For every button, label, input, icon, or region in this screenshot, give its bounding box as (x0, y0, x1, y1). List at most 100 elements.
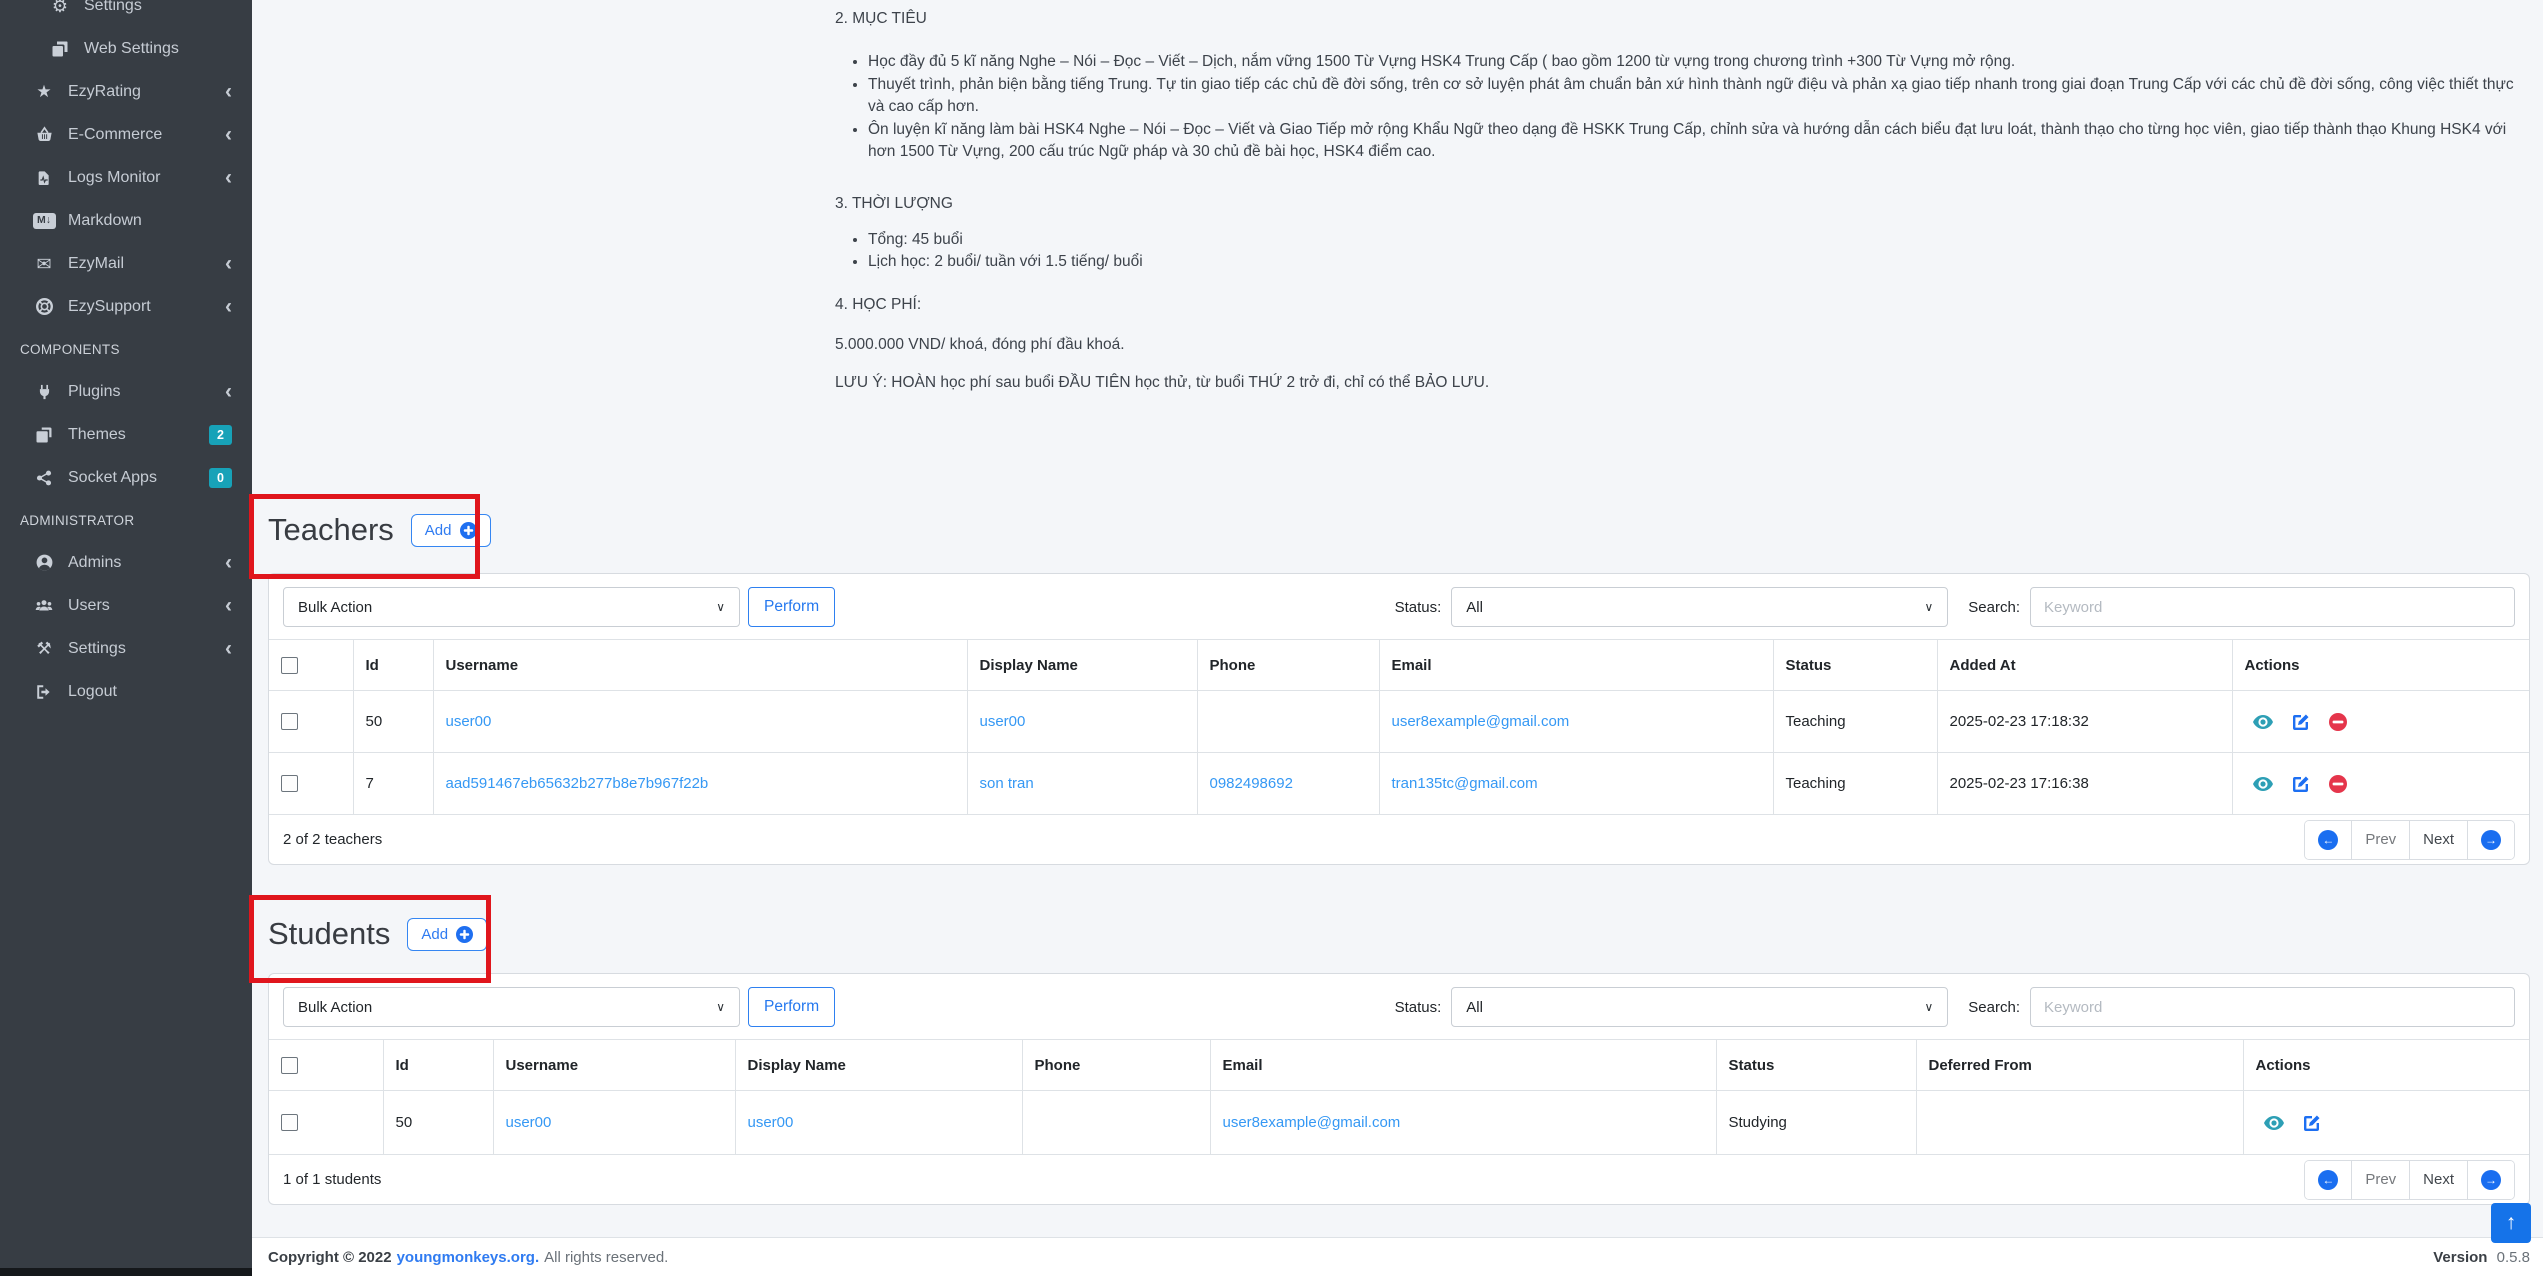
username-link[interactable]: aad591467eb65632b277b8e7b967f22b (446, 775, 709, 792)
sidebar-item-socket-apps[interactable]: Socket Apps 0 (0, 456, 252, 499)
thoi-luong-bullet: Lịch học: 2 buổi/ tuần với 1.5 tiếng/ bu… (868, 251, 2530, 274)
sidebar: Settings Web Settings EzyRating E-Commer… (0, 0, 252, 1276)
display-name-link[interactable]: son tran (980, 775, 1034, 792)
teachers-header-row: Id Username Display Name Phone Email Sta… (269, 640, 2529, 691)
col-actions: Actions (2243, 1040, 2529, 1091)
row-checkbox[interactable] (281, 1114, 298, 1131)
col-username: Username (493, 1040, 735, 1091)
sidebar-item-themes[interactable]: Themes 2 (0, 413, 252, 456)
prev-page-button[interactable]: Prev (2351, 1161, 2409, 1199)
sidebar-section-administrator: ADMINISTRATOR (0, 499, 252, 541)
sidebar-item-logs-monitor[interactable]: Logs Monitor (0, 156, 252, 199)
themes-count-badge: 2 (209, 425, 232, 445)
students-status-select[interactable]: All (1451, 987, 1948, 1027)
socket-apps-count-badge: 0 (209, 468, 232, 488)
students-search-label: Search: (1968, 999, 2020, 1016)
sidebar-item-settings-sub[interactable]: Settings (0, 0, 252, 27)
students-status-label: Status: (1395, 999, 1442, 1016)
display-name-link[interactable]: user00 (748, 1114, 794, 1131)
col-display-name: Display Name (735, 1040, 1022, 1091)
sidebar-item-label: Admins (68, 554, 121, 572)
sidebar-item-markdown[interactable]: M↓ Markdown (0, 199, 252, 242)
select-all-checkbox[interactable] (281, 657, 298, 674)
admin-page: Settings Web Settings EzyRating E-Commer… (0, 0, 2543, 1276)
next-page-button[interactable]: Next (2409, 821, 2467, 859)
footer: Copyright © 2022 youngmonkeys.org. All r… (252, 1237, 2543, 1276)
row-checkbox[interactable] (281, 775, 298, 792)
scroll-to-top-button[interactable] (2491, 1203, 2531, 1243)
view-icon[interactable] (2253, 715, 2273, 729)
next-page-button[interactable]: Next (2409, 1161, 2467, 1199)
teachers-status-select[interactable]: All (1451, 587, 1948, 627)
chevron-left-icon (225, 381, 232, 402)
sidebar-item-plugins[interactable]: Plugins (0, 370, 252, 413)
edit-icon[interactable] (2292, 713, 2310, 731)
students-perform-button[interactable]: Perform (748, 987, 835, 1027)
first-page-button[interactable] (2305, 1161, 2351, 1199)
chevron-left-icon (225, 595, 232, 616)
students-bulk-action-select[interactable]: Bulk Action (283, 987, 740, 1027)
last-page-button[interactable] (2467, 1161, 2514, 1199)
sidebar-item-ezymail[interactable]: EzyMail (0, 242, 252, 285)
students-controls: Bulk Action Perform Status: All Search: (269, 974, 2529, 1039)
teachers-card: Bulk Action Perform Status: All Search: (268, 573, 2530, 865)
remove-icon[interactable] (2329, 775, 2347, 793)
chevron-down-icon (716, 1001, 725, 1013)
prev-page-button[interactable]: Prev (2351, 821, 2409, 859)
life-ring-icon (30, 297, 58, 316)
user-circle-icon (30, 553, 58, 572)
sidebar-item-label: Web Settings (84, 40, 179, 58)
sidebar-item-settings-admin[interactable]: Settings (0, 627, 252, 670)
view-icon[interactable] (2253, 777, 2273, 791)
display-name-link[interactable]: user00 (980, 713, 1026, 730)
col-id: Id (383, 1040, 493, 1091)
arrow-circle-left-icon (2318, 1170, 2338, 1190)
email-link[interactable]: user8example@gmail.com (1223, 1114, 1401, 1131)
cell-added-at: 2025-02-23 17:16:38 (1937, 753, 2232, 815)
markdown-icon: M↓ (30, 213, 58, 229)
username-link[interactable]: user00 (446, 713, 492, 730)
wrench-icon (30, 640, 58, 657)
chevron-down-icon (1925, 1001, 1934, 1013)
cell-id: 7 (353, 753, 433, 815)
edit-icon[interactable] (2292, 775, 2310, 793)
footer-link[interactable]: youngmonkeys.org. (397, 1249, 540, 1266)
sidebar-item-label: Users (68, 597, 110, 615)
muc-tieu-bullet: Thuyết trình, phản biện bằng tiếng Trung… (868, 74, 2530, 119)
remove-icon[interactable] (2329, 713, 2347, 731)
sidebar-item-admins[interactable]: Admins (0, 541, 252, 584)
email-link[interactable]: user8example@gmail.com (1392, 713, 1570, 730)
last-page-button[interactable] (2467, 821, 2514, 859)
sidebar-item-label: E-Commerce (68, 126, 162, 144)
col-phone: Phone (1022, 1040, 1210, 1091)
col-status: Status (1773, 640, 1937, 691)
sidebar-item-label: EzyMail (68, 255, 124, 273)
teachers-perform-button[interactable]: Perform (748, 587, 835, 627)
sidebar-item-ezyrating[interactable]: EzyRating (0, 70, 252, 113)
sidebar-item-web-settings[interactable]: Web Settings (0, 27, 252, 70)
teachers-bulk-action-select[interactable]: Bulk Action (283, 587, 740, 627)
sidebar-item-ecommerce[interactable]: E-Commerce (0, 113, 252, 156)
sidebar-item-logout[interactable]: Logout (0, 670, 252, 713)
basket-icon (30, 126, 58, 144)
sidebar-item-users[interactable]: Users (0, 584, 252, 627)
edit-icon[interactable] (2303, 1114, 2321, 1132)
phone-link[interactable]: 0982498692 (1210, 775, 1293, 792)
sidebar-item-label: Socket Apps (68, 469, 157, 487)
select-all-checkbox[interactable] (281, 1057, 298, 1074)
logout-icon (30, 683, 58, 701)
star-icon (30, 83, 58, 100)
description-hoc-phi-line: 5.000.000 VND/ khoá, đóng phí đầu khoá. (835, 334, 2530, 356)
teachers-search-input[interactable] (2030, 587, 2515, 627)
students-search-input[interactable] (2030, 987, 2515, 1027)
row-checkbox[interactable] (281, 713, 298, 730)
sidebar-item-ezysupport[interactable]: EzySupport (0, 285, 252, 328)
first-page-button[interactable] (2305, 821, 2351, 859)
email-link[interactable]: tran135tc@gmail.com (1392, 775, 1538, 792)
username-link[interactable]: user00 (506, 1114, 552, 1131)
col-email: Email (1210, 1040, 1716, 1091)
description-heading-thoi-luong: 3. THỜI LƯỢNG (835, 193, 2530, 215)
view-icon[interactable] (2264, 1116, 2284, 1130)
sidebar-bottom-strip (0, 1268, 252, 1276)
muc-tieu-bullet: Ôn luyện kĩ năng làm bài HSK4 Nghe – Nói… (868, 119, 2530, 164)
